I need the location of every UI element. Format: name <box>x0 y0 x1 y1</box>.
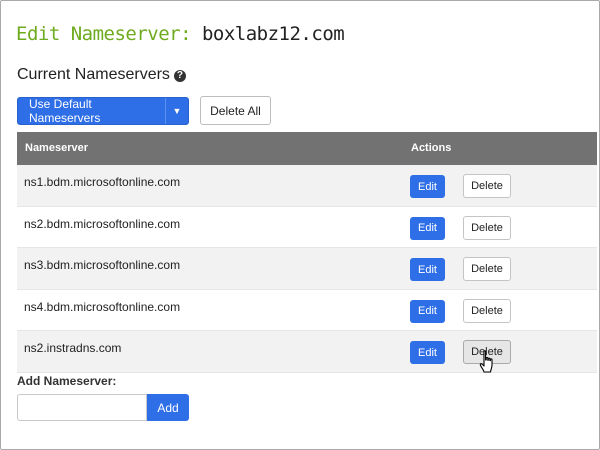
use-default-nameservers-button[interactable]: Use Default Nameservers ▼ <box>17 97 189 125</box>
nameserver-cell: ns2.instradns.com <box>24 341 122 355</box>
edit-button[interactable]: Edit <box>410 258 445 281</box>
hand-pointer-icon <box>479 350 493 373</box>
nameserver-cell: ns4.bdm.microsoftonline.com <box>24 299 181 314</box>
edit-button[interactable]: Edit <box>410 175 445 198</box>
help-icon[interactable]: ? <box>173 70 186 82</box>
delete-button[interactable]: Delete <box>463 215 511 240</box>
use-default-nameservers-label: Use Default Nameservers <box>29 97 101 125</box>
edit-button[interactable]: Edit <box>410 216 445 240</box>
edit-button[interactable]: Edit <box>410 341 445 364</box>
page-title: Edit Nameserver: boxlabz12.com <box>16 23 345 45</box>
section-title: Current Nameservers? <box>17 66 186 84</box>
nameserver-table: Nameserver Actions ns1.bdm.microsoftonli… <box>17 132 597 373</box>
table-header: Nameserver Actions <box>17 132 597 165</box>
column-header-actions: Actions <box>411 142 452 154</box>
table-row: ns2.instradns.com Edit Delete <box>17 331 597 373</box>
nameserver-cell: ns3.bdm.microsoftonline.com <box>24 258 181 272</box>
delete-all-button[interactable]: Delete All <box>200 96 271 125</box>
table-row: ns3.bdm.microsoftonline.com Edit Delete <box>17 248 597 290</box>
add-nameserver-input[interactable] <box>17 394 147 421</box>
delete-button[interactable]: Delete <box>463 298 511 323</box>
column-header-nameserver: Nameserver <box>25 142 88 154</box>
page-frame: Edit Nameserver: boxlabz12.com Current N… <box>0 0 600 450</box>
nameserver-cell: ns1.bdm.microsoftonline.com <box>24 175 181 189</box>
edit-button[interactable]: Edit <box>410 299 445 323</box>
table-row: ns1.bdm.microsoftonline.com Edit Delete <box>17 165 597 207</box>
page-title-domain: boxlabz12.com <box>201 23 345 45</box>
nameserver-cell: ns2.bdm.microsoftonline.com <box>24 216 181 231</box>
add-button[interactable]: Add <box>147 394 189 421</box>
section-title-label: Current Nameservers <box>17 66 170 83</box>
delete-button[interactable]: Delete <box>463 257 511 281</box>
add-nameserver-label: Add Nameserver: <box>17 374 117 388</box>
chevron-down-icon[interactable]: ▼ <box>166 106 188 116</box>
table-row: ns2.bdm.microsoftonline.com Edit Delete <box>17 206 597 248</box>
page-title-prefix: Edit Nameserver: <box>16 23 192 45</box>
table-row: ns4.bdm.microsoftonline.com Edit Delete <box>17 289 597 331</box>
delete-button[interactable]: Delete <box>463 174 511 198</box>
